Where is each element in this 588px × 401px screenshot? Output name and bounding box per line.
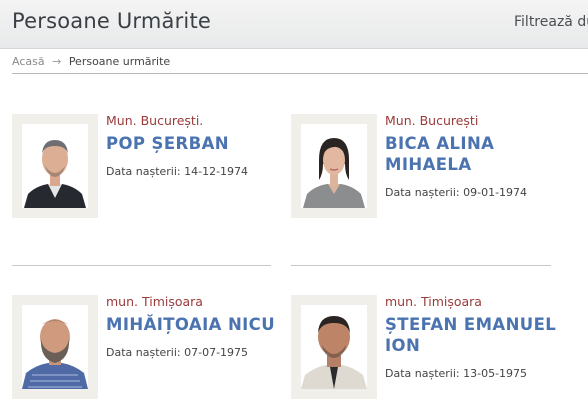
person-photo[interactable]	[22, 124, 88, 208]
row-divider	[291, 265, 551, 266]
person-photo-frame	[291, 295, 377, 399]
person-birth-date: Data nașterii: 13-05-1975	[385, 367, 528, 380]
person-info: Mun. București BICA ALINA MIHAELA Data n…	[385, 113, 560, 200]
breadcrumb-current: Persoane urmărite	[68, 55, 171, 68]
person-photo[interactable]	[301, 305, 367, 389]
person-photo-frame	[12, 295, 98, 399]
breadcrumb-separator: →	[52, 55, 62, 68]
person-photo-frame	[291, 114, 377, 218]
person-photo[interactable]	[301, 124, 367, 208]
page-header: Persoane Urmărite Filtrează du	[0, 0, 588, 49]
person-birth-date: Data nașterii: 14-12-1974	[106, 165, 249, 178]
person-info: mun. Timișoara MIHĂIȚOAIA NICU Data nașt…	[106, 294, 281, 360]
person-name[interactable]: MIHĂIȚOAIA NICU	[106, 314, 281, 335]
person-name[interactable]: ȘTEFAN EMANUEL ION	[385, 314, 560, 356]
person-info: Mun. București. POP ȘERBAN Data nașterii…	[106, 113, 281, 179]
person-photo-frame	[12, 114, 98, 218]
person-birth-date: Data nașterii: 07-07-1975	[106, 346, 249, 359]
person-info: mun. Timișoara ȘTEFAN EMANUEL ION Data n…	[385, 294, 560, 381]
filter-link[interactable]: Filtrează du	[514, 14, 588, 30]
person-city: Mun. București.	[106, 113, 204, 128]
person-city: mun. Timișoara	[385, 294, 482, 309]
person-name[interactable]: BICA ALINA MIHAELA	[385, 133, 560, 175]
row-divider	[12, 265, 271, 266]
page-title: Persoane Urmărite	[12, 9, 212, 33]
person-photo[interactable]	[22, 305, 88, 389]
person-city: Mun. București	[385, 113, 479, 128]
person-birth-date: Data nașterii: 09-01-1974	[385, 186, 528, 199]
breadcrumb-home-link[interactable]: Acasă	[12, 55, 45, 68]
person-name[interactable]: POP ȘERBAN	[106, 133, 281, 154]
person-city: mun. Timișoara	[106, 294, 203, 309]
breadcrumb: Acasă → Persoane urmărite	[12, 55, 170, 68]
breadcrumb-divider	[12, 73, 588, 74]
